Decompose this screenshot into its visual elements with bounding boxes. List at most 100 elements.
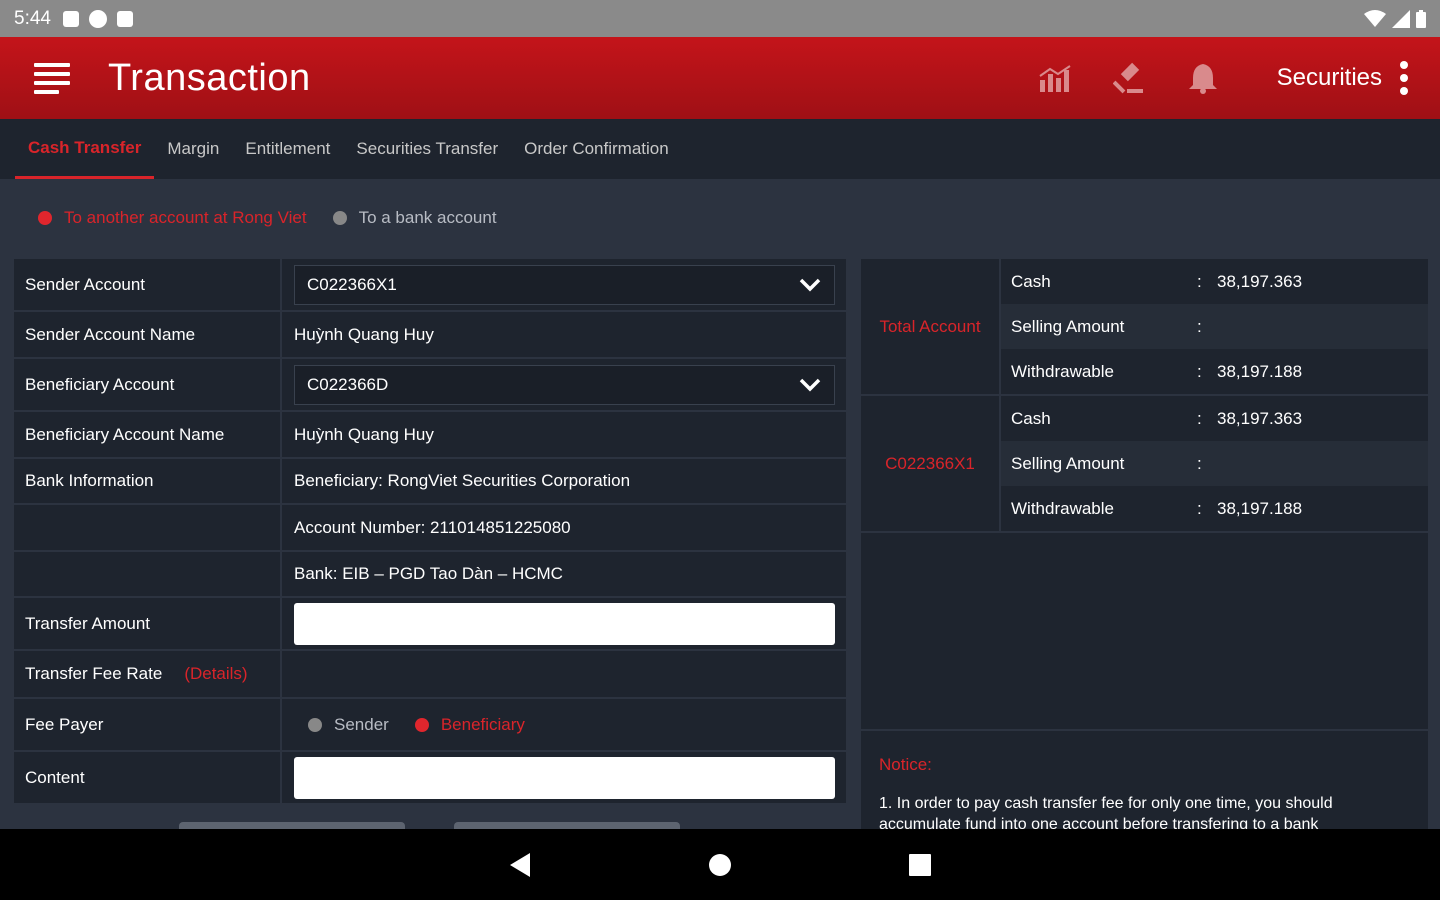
total-account-name: Total Account: [861, 259, 1001, 394]
radio-selected-icon: [38, 211, 52, 225]
content-input[interactable]: [294, 756, 835, 799]
form-row-sender-name: Sender Account Name Huỳnh Quang Huy: [14, 312, 846, 359]
chart-icon[interactable]: [1035, 58, 1075, 98]
page-title: Transaction: [108, 56, 311, 99]
battery-icon: [1416, 9, 1426, 28]
total-withdrawable-row: Withdrawable: 38,197.188: [1011, 361, 1303, 381]
tab-margin[interactable]: Margin: [154, 119, 232, 179]
radio-unselected-icon: [332, 211, 347, 225]
sender-account-label: Sender Account: [14, 259, 282, 310]
account-cash-value: 38,197.363: [1217, 408, 1303, 428]
account-withdrawable-row: Withdrawable: 38,197.188: [1011, 498, 1303, 518]
cash-transfer-form: Sender Account C022366X1 Sender Account …: [14, 259, 846, 829]
total-account-block: Total Account Cash: 38,197.363 Selling A…: [861, 259, 1428, 396]
beneficiary-name-label: Beneficiary Account Name: [14, 412, 282, 457]
form-row-fee-rate: Transfer Fee Rate (Details): [14, 651, 846, 699]
beneficiary-account-value: C022366D: [307, 374, 389, 394]
radio-bank-account-label: To a bank account: [358, 208, 497, 227]
content-label: Content: [14, 752, 282, 803]
form-row-bank-info: Bank Information Beneficiary: RongViet S…: [14, 459, 846, 505]
radio-another-account[interactable]: To another account at Rong Viet: [38, 208, 307, 228]
transfer-amount-input[interactable]: [294, 602, 835, 645]
total-selling-label: Selling Amount: [1011, 316, 1125, 336]
bank-beneficiary-value: Beneficiary: RongViet Securities Corpora…: [294, 471, 631, 490]
menu-icon[interactable]: [34, 62, 70, 94]
sync-icon: [88, 9, 107, 28]
total-withdrawable-label: Withdrawable: [1011, 361, 1114, 381]
radio-another-account-label: To another account at Rong Viet: [64, 208, 307, 227]
account-type-selector[interactable]: Securities: [1277, 64, 1382, 92]
transfer-type-group: To another account at Rong Viet To a ban…: [38, 208, 523, 228]
status-bar: 5:44: [0, 0, 1440, 37]
recents-icon[interactable]: [900, 845, 940, 885]
account-selling-row: Selling Amount:: [1001, 441, 1428, 486]
balance-panel: Total Account Cash: 38,197.363 Selling A…: [861, 259, 1428, 829]
fee-rate-label: Transfer Fee Rate: [25, 664, 163, 683]
fee-payer-label: Fee Payer: [14, 699, 282, 750]
form-row-content: Content: [14, 752, 846, 805]
total-selling-row: Selling Amount:: [1001, 304, 1428, 349]
radio-bank-account[interactable]: To a bank account: [332, 208, 497, 228]
sender-account-select[interactable]: C022366X1: [294, 264, 835, 305]
notice-section: Notice: 1. In order to pay cash transfer…: [861, 729, 1428, 829]
beneficiary-account-select[interactable]: C022366D: [294, 364, 835, 405]
tab-order-confirmation[interactable]: Order Confirmation: [511, 119, 682, 179]
tab-cash-transfer[interactable]: Cash Transfer: [15, 119, 155, 179]
status-notification-icons: [62, 9, 133, 28]
total-cash-label: Cash: [1011, 271, 1051, 291]
wifi-icon: [1364, 9, 1386, 27]
account-cash-label: Cash: [1011, 408, 1051, 428]
notice-text: 1. In order to pay cash transfer fee for…: [879, 795, 1333, 829]
bank-name-value: Bank: EIB – PGD Tao Dàn – HCMC: [294, 564, 563, 583]
fee-rate-details-link[interactable]: (Details): [184, 664, 247, 684]
fee-payer-sender-label: Sender: [334, 714, 389, 734]
system-nav-bar: [0, 829, 1440, 900]
form-row-bank-account-number: Account Number: 211014851225080: [14, 505, 846, 552]
radio-fee-payer-beneficiary[interactable]: Beneficiary: [414, 714, 525, 735]
gavel-icon[interactable]: [1109, 58, 1149, 98]
account-cash-row: Cash: 38,197.363: [1011, 408, 1303, 428]
chevron-down-icon: [799, 278, 821, 291]
bank-account-number-value: Account Number: 211014851225080: [294, 517, 571, 537]
home-icon[interactable]: [700, 845, 740, 885]
form-row-transfer-amount: Transfer Amount: [14, 598, 846, 651]
bell-icon[interactable]: [1183, 58, 1223, 98]
beneficiary-name-value: Huỳnh Quang Huy: [294, 424, 434, 444]
tab-bar: Cash Transfer Margin Entitlement Securit…: [0, 119, 1440, 179]
form-row-beneficiary-name: Beneficiary Account Name Huỳnh Quang Huy: [14, 412, 846, 459]
bank-info-label: Bank Information: [14, 459, 282, 503]
sender-account-value: C022366X1: [307, 274, 397, 294]
account-withdrawable-value: 38,197.188: [1217, 498, 1303, 518]
status-system-icons: [1364, 9, 1426, 28]
chevron-down-icon: [799, 378, 821, 391]
total-withdrawable-value: 38,197.188: [1217, 361, 1303, 381]
sender-name-value: Huỳnh Quang Huy: [294, 324, 434, 344]
form-row-fee-payer: Fee Payer Sender Beneficiary: [14, 699, 846, 752]
more-vert-icon[interactable]: [1400, 61, 1408, 95]
fee-payer-beneficiary-label: Beneficiary: [440, 714, 525, 734]
tab-securities-transfer[interactable]: Securities Transfer: [343, 119, 511, 179]
fee-rate-value: [282, 651, 846, 697]
form-row-beneficiary-account: Beneficiary Account C022366D: [14, 359, 846, 412]
total-cash-value: 38,197.363: [1217, 271, 1303, 291]
tab-entitlement[interactable]: Entitlement: [232, 119, 343, 179]
form-row-bank-name: Bank: EIB – PGD Tao Dàn – HCMC: [14, 552, 846, 598]
sub-account-block: C022366X1 Cash: 38,197.363 Selling Amoun…: [861, 396, 1428, 533]
account-withdrawable-label: Withdrawable: [1011, 498, 1114, 518]
beneficiary-account-label: Beneficiary Account: [14, 359, 282, 410]
sdcard-icon: [116, 10, 133, 27]
app-bar: Transaction Securities: [0, 37, 1440, 119]
back-icon[interactable]: [500, 845, 540, 885]
signal-icon: [1392, 9, 1410, 28]
form-row-sender-account: Sender Account C022366X1: [14, 259, 846, 312]
radio-unselected-icon: [308, 717, 322, 732]
radio-fee-payer-sender[interactable]: Sender: [308, 715, 389, 735]
sender-name-label: Sender Account Name: [14, 312, 282, 357]
transfer-amount-label: Transfer Amount: [14, 598, 282, 649]
notification-icon: [62, 10, 79, 27]
sub-account-name: C022366X1: [861, 396, 1001, 531]
account-selling-label: Selling Amount: [1011, 453, 1125, 473]
notice-title: Notice:: [879, 755, 932, 774]
total-cash-row: Cash: 38,197.363: [1011, 271, 1303, 291]
radio-selected-icon: [414, 717, 429, 732]
